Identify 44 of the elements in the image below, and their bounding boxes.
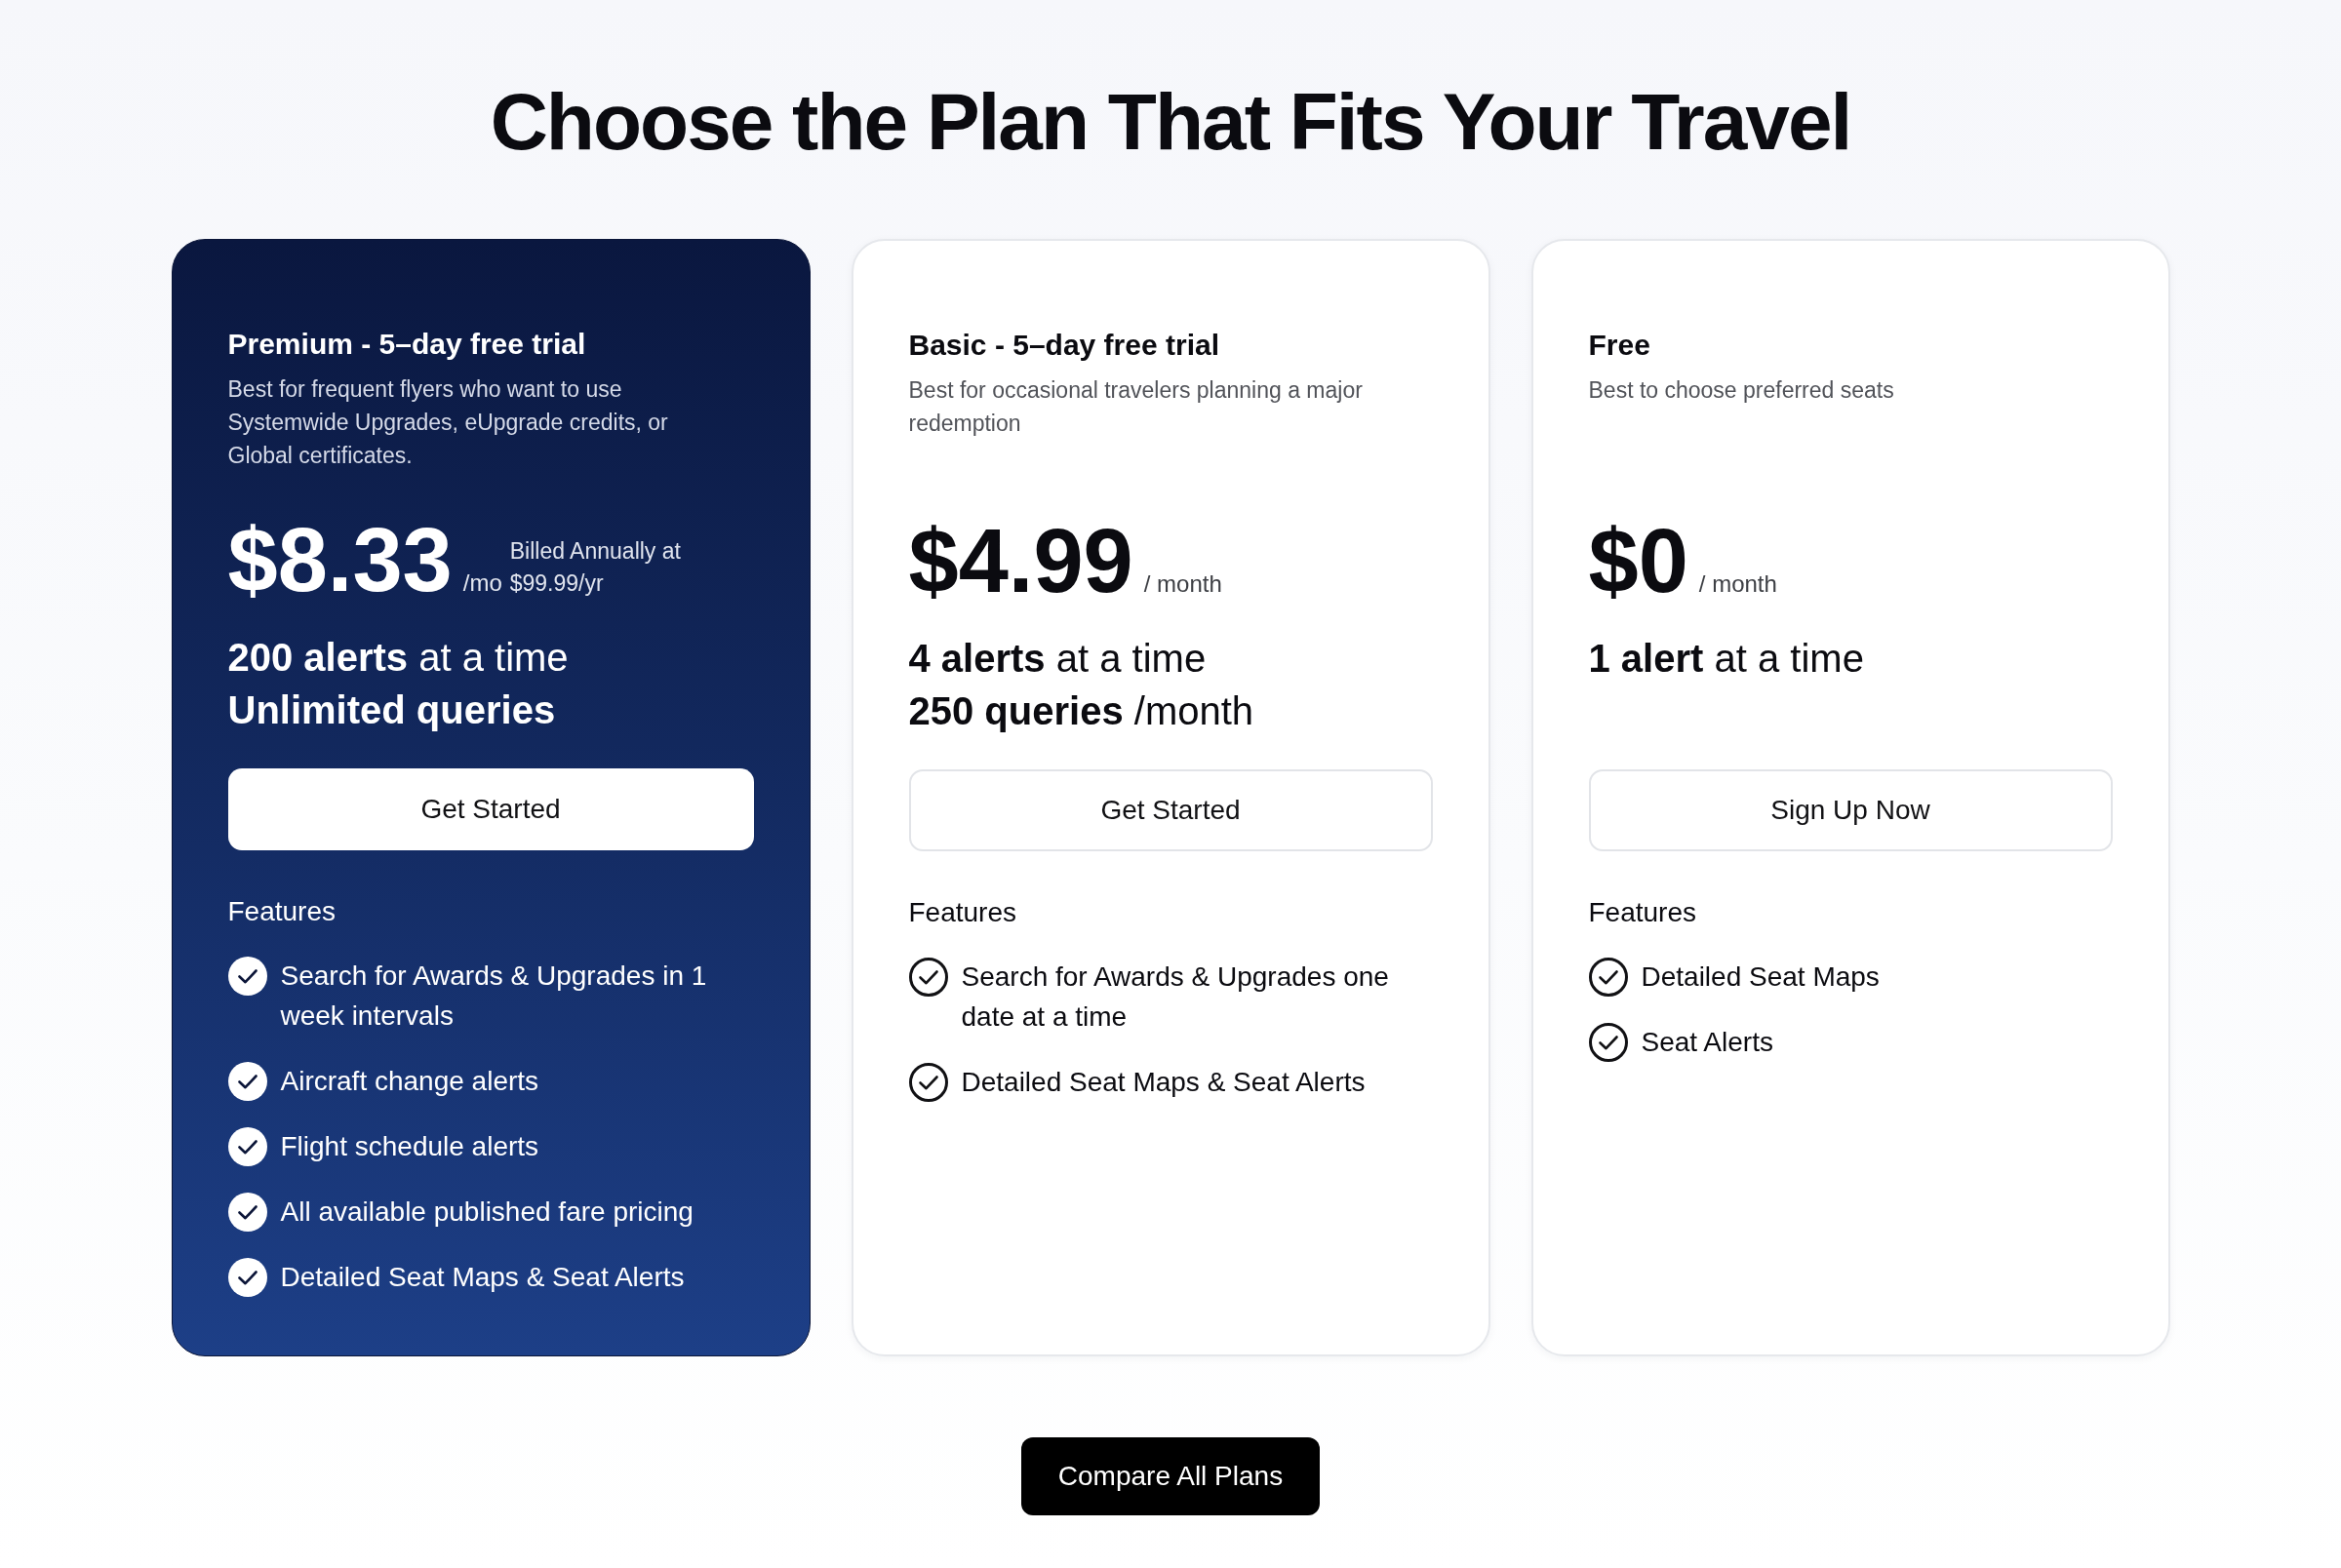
limit-text: 4 alerts at a time bbox=[908, 636, 1208, 682]
feature-text: Search for Awards & Upgrades one date at a time bbox=[961, 960, 1390, 1034]
price-unit: / month bbox=[1143, 569, 1222, 599]
check-circle-icon bbox=[227, 1061, 267, 1101]
feature-text: All available published fare pricing bbox=[280, 1196, 694, 1229]
feature-text: Flight schedule alerts bbox=[280, 1130, 539, 1163]
limit-text: 1 alert at a time bbox=[1588, 636, 1865, 682]
plan-name: Premium - 5–day free trial bbox=[227, 327, 587, 362]
feature-text: Seat Alerts bbox=[1641, 1026, 1773, 1059]
plan-name: Basic - 5–day free trial bbox=[908, 328, 1220, 363]
price: $4.99 bbox=[908, 516, 1133, 606]
page-title: Choose the Plan That Fits Your Travel bbox=[490, 76, 1851, 168]
plan-button[interactable]: Sign Up Now bbox=[1588, 769, 2113, 851]
plan-name: Free bbox=[1588, 328, 1651, 363]
check-circle-icon bbox=[227, 1126, 267, 1166]
plan-description: Best to choose preferred seats bbox=[1588, 376, 1895, 405]
check-circle-icon bbox=[1588, 1022, 1628, 1062]
price-unit: / month bbox=[1698, 569, 1777, 599]
features-heading: Features bbox=[1588, 896, 1697, 929]
price-unit: /mo bbox=[462, 568, 502, 598]
price: $0 bbox=[1588, 516, 1688, 606]
check-circle-icon bbox=[1588, 957, 1628, 997]
features-heading: Features bbox=[908, 896, 1017, 929]
features-heading: Features bbox=[227, 895, 337, 928]
feature-text: Search for Awards & Upgrades in 1 week intervals bbox=[280, 960, 708, 1033]
feature-text: Aircraft change alerts bbox=[280, 1065, 539, 1098]
limit-text: 250 queries /month bbox=[908, 688, 1255, 734]
limit-text: Unlimited queries bbox=[227, 687, 557, 733]
feature-text: Detailed Seat Maps bbox=[1641, 960, 1880, 994]
compare-button[interactable]: Compare All Plans bbox=[1020, 1437, 1321, 1515]
price: $8.33 bbox=[227, 515, 453, 605]
feature-text: Detailed Seat Maps & Seat Alerts bbox=[961, 1066, 1366, 1099]
limit-text: 200 alerts at a time bbox=[227, 635, 570, 681]
plan-button[interactable]: Get Started bbox=[227, 768, 754, 850]
check-circle-icon bbox=[908, 1062, 948, 1102]
plan-description: Best for frequent flyers who want to use Systemwide Upgrades, eUpgrade credits, or Global certificates. bbox=[227, 375, 669, 470]
plan-button[interactable]: Get Started bbox=[908, 769, 1433, 851]
feature-text: Detailed Seat Maps & Seat Alerts bbox=[280, 1261, 685, 1294]
billing-note: Billed Annually at $99.99/yr bbox=[509, 537, 682, 598]
check-circle-icon bbox=[908, 957, 948, 997]
check-circle-icon bbox=[227, 956, 267, 996]
plan-description: Best for occasional travelers planning a major redemption bbox=[908, 376, 1364, 438]
check-circle-icon bbox=[227, 1257, 267, 1297]
check-circle-icon bbox=[227, 1192, 267, 1232]
